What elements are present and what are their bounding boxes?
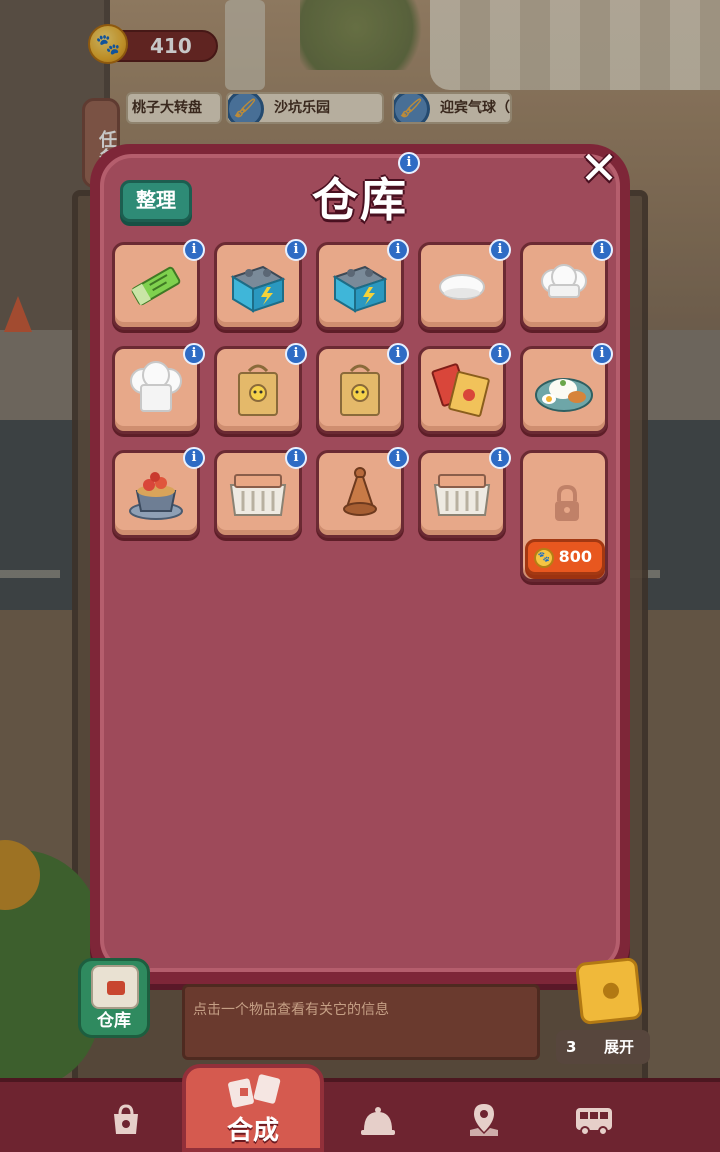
warehouse-info-icon[interactable]: i [398, 152, 420, 174]
paw-coin-icon: 🐾 [534, 548, 554, 568]
chef-hat-large-item-icon [130, 361, 182, 412]
nav-merge[interactable]: 合成 [182, 1064, 324, 1152]
warehouse-slot[interactable]: i [214, 239, 307, 330]
warehouse-button[interactable]: 仓库 [78, 958, 150, 1038]
bus-icon [576, 1108, 612, 1136]
item-info-icon[interactable]: i [183, 239, 205, 261]
merge-icon [228, 1074, 281, 1108]
warehouse-slot[interactable]: i [112, 343, 205, 434]
item-info-icon[interactable]: i [591, 239, 613, 261]
nav-merge-label: 合成 [226, 1116, 279, 1146]
pepper-packets-item-icon [431, 363, 490, 417]
lock-icon [555, 484, 579, 521]
item-info-hint: 点击一个物品查看有关它的信息 [193, 1002, 389, 1018]
locked-slot[interactable]: 🐾 800 [520, 450, 608, 582]
nav-shop[interactable] [76, 1090, 176, 1150]
warehouse-slot[interactable]: i [316, 239, 409, 330]
storage-crate-item-icon [229, 474, 287, 516]
warehouse-slot[interactable]: i [214, 447, 307, 538]
item-info-icon[interactable]: i [387, 447, 409, 469]
item-info-icon[interactable]: i [591, 343, 613, 365]
takeout-bag-item-icon [238, 364, 278, 416]
nav-travel[interactable] [544, 1090, 644, 1150]
chef-hat-small-item-icon [439, 274, 485, 300]
map-pin-icon [470, 1104, 498, 1136]
mystery-box-icon[interactable] [574, 956, 644, 1026]
warehouse-slot[interactable]: i [316, 343, 409, 434]
expand-button[interactable]: 3 展开 [556, 1030, 650, 1064]
chef-hat-medium-item-icon [541, 264, 587, 298]
warehouse-slot[interactable]: i [520, 239, 613, 330]
warehouse-slot[interactable]: i [214, 343, 307, 434]
battery-box-item-icon [230, 265, 286, 313]
item-info-icon[interactable]: i [183, 447, 205, 469]
clay-lid-item-icon [343, 467, 377, 516]
warehouse-slot[interactable]: i [418, 447, 511, 538]
item-info-icon[interactable]: i [489, 343, 511, 365]
warehouse-slot[interactable]: i [112, 239, 205, 330]
unlock-cost: 800 [558, 547, 592, 566]
warehouse-slot[interactable]: i [316, 447, 409, 538]
rice-meal-plate-item-icon [535, 378, 593, 412]
warehouse-button-label: 仓库 [97, 1011, 131, 1031]
expand-count: 3 [566, 1038, 577, 1056]
nav-map[interactable] [434, 1090, 534, 1150]
unlock-slot-button[interactable]: 🐾 800 [525, 539, 605, 575]
warehouse-box-icon [91, 965, 139, 1009]
fruit-tart-item-icon [129, 472, 183, 520]
service-bell-icon [361, 1107, 395, 1135]
warehouse-panel: 仓库 i 整理 ✕ i i i i i i i i i i i i i i 🐾 … [90, 144, 630, 984]
item-info-icon[interactable]: i [489, 447, 511, 469]
warehouse-slot[interactable]: i [418, 239, 511, 330]
item-info-icon[interactable]: i [183, 343, 205, 365]
nav-service[interactable] [328, 1090, 428, 1150]
shop-bag-icon [114, 1104, 138, 1134]
expand-label: 展开 [604, 1038, 635, 1056]
takeout-bag-item-icon [340, 364, 380, 416]
warehouse-slot[interactable]: i [520, 343, 613, 434]
item-info-box: 点击一个物品查看有关它的信息 [182, 984, 540, 1060]
warehouse-slot[interactable]: i [112, 447, 205, 538]
bottom-nav [0, 1078, 720, 1152]
item-info-icon[interactable]: i [285, 343, 307, 365]
gum-pack-item-icon [131, 266, 181, 306]
item-info-icon[interactable]: i [285, 239, 307, 261]
item-info-icon[interactable]: i [387, 343, 409, 365]
item-info-icon[interactable]: i [489, 239, 511, 261]
storage-crate-item-icon [433, 474, 491, 516]
item-info-icon[interactable]: i [387, 239, 409, 261]
close-icon[interactable]: ✕ [577, 145, 621, 192]
item-info-icon[interactable]: i [285, 447, 307, 469]
sort-button[interactable]: 整理 [120, 180, 192, 222]
warehouse-slot[interactable]: i [418, 343, 511, 434]
battery-box-item-icon [332, 265, 388, 313]
